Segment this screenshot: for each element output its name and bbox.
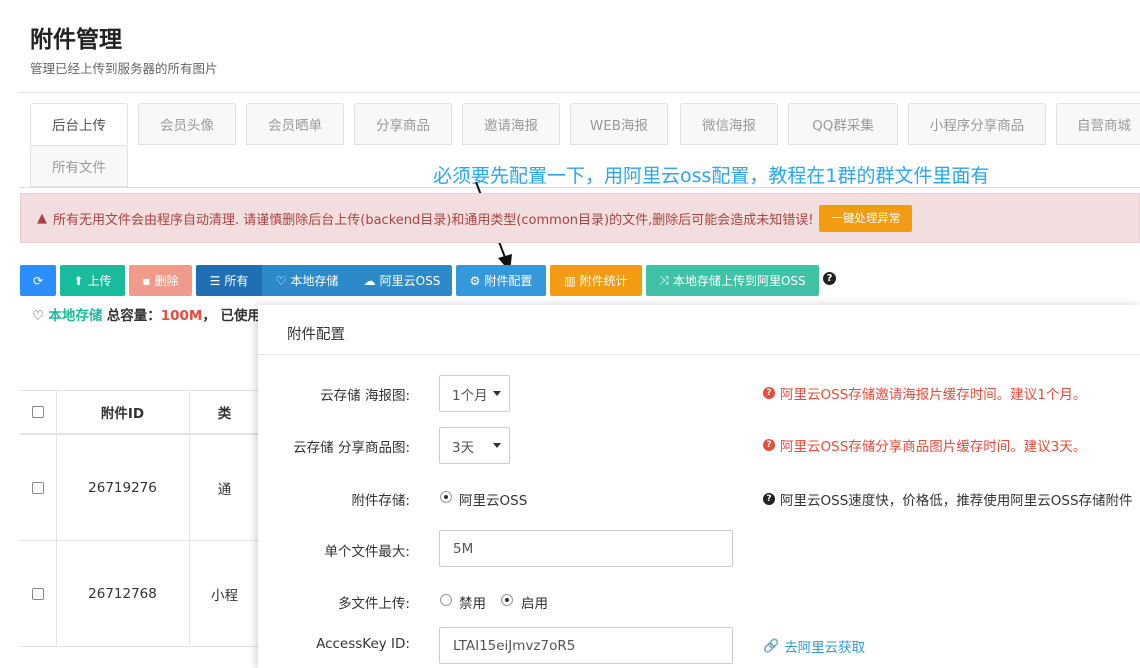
storage-summary: ♡ 本地存储 总容量：100M， 已使用 bbox=[32, 304, 261, 324]
storage-total-value: 100M bbox=[160, 308, 203, 324]
multi-upload-on-radio[interactable] bbox=[501, 594, 513, 606]
warning-text: 所有无用文件会由程序自动清理. 请谨慎删除后台上传(backend目录)和通用类… bbox=[53, 212, 814, 228]
chevron-down-icon bbox=[493, 391, 501, 396]
question-icon: ? bbox=[763, 387, 775, 399]
access-key-input[interactable]: LTAI15eiJmvz7oR5 bbox=[439, 627, 733, 664]
tab-all-files[interactable]: 所有文件 bbox=[30, 145, 128, 187]
gears-icon: ⚙ bbox=[469, 273, 481, 288]
attachment-config-modal: 附件配置 云存储 海报图: 1个月 ? 阿里云OSS存储邀请海报片缓存时间。建议1… bbox=[258, 305, 1140, 668]
warning-icon: ▲ bbox=[37, 210, 47, 226]
list-icon: ☰ bbox=[209, 273, 221, 288]
storage-used-label: ， 已使用 bbox=[202, 308, 262, 324]
filter-local-button[interactable]: ♡ 本地存储 bbox=[262, 265, 352, 296]
attachment-config-button[interactable]: ⚙ 附件配置 bbox=[456, 265, 546, 296]
tab-qq-group[interactable]: QQ群采集 bbox=[788, 103, 898, 145]
header-divider bbox=[18, 92, 1140, 93]
poster-cache-label: 云存储 海报图: bbox=[320, 388, 410, 404]
row-checkbox[interactable] bbox=[32, 587, 44, 600]
row-checkbox[interactable] bbox=[32, 481, 44, 494]
question-icon: ? bbox=[763, 493, 775, 505]
modal-divider bbox=[258, 354, 1140, 355]
attachment-table: 附件ID 类 26719276 通 26712768 小程 bbox=[20, 390, 260, 668]
heart-icon: ♡ bbox=[32, 308, 45, 324]
tab-invite-poster[interactable]: 邀请海报 bbox=[462, 103, 560, 145]
storage-type-label: 附件存储: bbox=[351, 493, 410, 509]
max-size-label: 单个文件最大: bbox=[324, 544, 410, 560]
local-to-oss-button[interactable]: ⤨ 本地存储上传到阿里OSS bbox=[646, 265, 819, 296]
storage-name: 本地存储 bbox=[48, 308, 103, 324]
fix-errors-button[interactable]: 一键处理异常 bbox=[819, 204, 913, 232]
access-key-label: AccessKey ID: bbox=[316, 636, 410, 652]
storage-oss-label: 阿里云OSS bbox=[459, 493, 528, 509]
cloud-icon: ☁ bbox=[363, 273, 376, 288]
warning-alert: ▲ 所有无用文件会由程序自动清理. 请谨慎删除后台上传(backend目录)和通… bbox=[20, 193, 1140, 243]
trash-icon: ▪ bbox=[142, 273, 151, 288]
refresh-button[interactable]: ⟳ bbox=[20, 265, 56, 296]
upload-icon: ⬆ bbox=[73, 273, 84, 288]
share-cache-select[interactable]: 3天 bbox=[439, 427, 510, 464]
question-icon: ? bbox=[763, 439, 775, 451]
cell-id: 26719276 bbox=[88, 479, 157, 496]
link-icon: 🔗 bbox=[763, 638, 780, 654]
tab-self-mall[interactable]: 自营商城 bbox=[1056, 103, 1140, 145]
page-subtitle: 管理已经上传到服务器的所有图片 bbox=[30, 61, 218, 76]
storage-type-hint: ? 阿里云OSS速度快，价格低，推荐使用阿里云OSS存储附件 bbox=[763, 489, 1133, 509]
poster-cache-hint: ? 阿里云OSS存储邀请海报片缓存时间。建议1个月。 bbox=[763, 383, 1086, 403]
page-title: 附件管理 bbox=[30, 27, 122, 53]
tab-member-avatar[interactable]: 会员头像 bbox=[138, 103, 236, 145]
tab-backend-upload[interactable]: 后台上传 bbox=[30, 103, 128, 145]
storage-total-label: 总容量： bbox=[106, 308, 161, 324]
filter-oss-button[interactable]: ☁ 阿里云OSS bbox=[352, 265, 452, 296]
get-key-link[interactable]: 🔗 去阿里云获取 bbox=[763, 636, 865, 657]
share-cache-label: 云存储 分享商品图: bbox=[293, 440, 410, 456]
tab-miniprogram-share[interactable]: 小程序分享商品 bbox=[908, 103, 1046, 145]
tab-wechat-poster[interactable]: 微信海报 bbox=[680, 103, 778, 145]
question-icon[interactable]: ? bbox=[823, 272, 836, 285]
refresh-icon: ⟳ bbox=[32, 273, 44, 288]
multi-upload-label: 多文件上传: bbox=[337, 596, 410, 612]
share-cache-hint: ? 阿里云OSS存储分享商品图片缓存时间。建议3天。 bbox=[763, 435, 1086, 455]
shuffle-icon: ⤨ bbox=[659, 273, 669, 287]
modal-title: 附件配置 bbox=[287, 327, 345, 343]
cell-id: 26712768 bbox=[88, 585, 157, 602]
tab-web-poster[interactable]: WEB海报 bbox=[570, 103, 668, 145]
tab-member-showcase[interactable]: 会员晒单 bbox=[246, 103, 344, 145]
upload-button[interactable]: ⬆ 上传 bbox=[60, 265, 125, 296]
storage-oss-radio[interactable] bbox=[440, 491, 452, 503]
bar-chart-icon: ▥ bbox=[564, 273, 576, 288]
tab-share-goods[interactable]: 分享商品 bbox=[354, 103, 452, 145]
attachment-stats-button[interactable]: ▥ 附件统计 bbox=[550, 265, 642, 296]
delete-button[interactable]: ▪ 删除 bbox=[129, 265, 192, 296]
column-header-id[interactable]: 附件ID bbox=[56, 391, 189, 433]
multi-upload-off-label: 禁用 bbox=[459, 596, 486, 612]
select-all-checkbox[interactable] bbox=[32, 406, 44, 418]
multi-upload-on-label: 启用 bbox=[521, 596, 548, 612]
heart-icon: ♡ bbox=[275, 273, 287, 288]
filter-all-button[interactable]: ☰ 所有 bbox=[196, 265, 262, 296]
max-size-input[interactable]: 5M bbox=[439, 530, 733, 567]
multi-upload-off-radio[interactable] bbox=[440, 594, 452, 606]
poster-cache-select[interactable]: 1个月 bbox=[439, 375, 510, 412]
chevron-down-icon bbox=[493, 443, 501, 448]
